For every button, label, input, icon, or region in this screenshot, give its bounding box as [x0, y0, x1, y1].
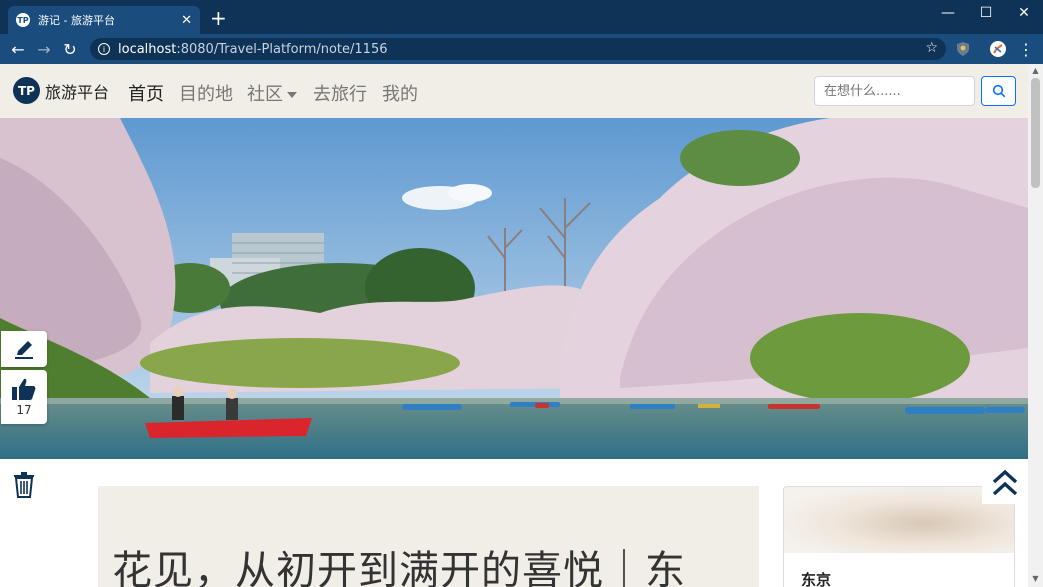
- nav-item-community-label: 社区: [247, 84, 283, 105]
- back-arrow-icon[interactable]: ←: [8, 39, 28, 59]
- maximize-window-icon[interactable]: ☐: [967, 0, 1005, 26]
- like-button[interactable]: 17: [1, 370, 47, 424]
- thumbs-up-icon: [12, 378, 36, 400]
- browser-tab[interactable]: TP 游记 - 旅游平台 ✕: [8, 6, 200, 34]
- destination-thumbnail: [784, 487, 1014, 553]
- dropdown-caret-icon: [287, 92, 297, 98]
- site-info-icon[interactable]: i: [98, 43, 110, 55]
- site-favicon-icon: TP: [16, 13, 30, 27]
- scroll-up-icon[interactable]: ▲: [1031, 66, 1040, 75]
- close-tab-icon[interactable]: ✕: [181, 13, 192, 28]
- close-window-icon[interactable]: ✕: [1005, 0, 1043, 26]
- pencil-icon: [15, 341, 33, 359]
- page-scrollbar[interactable]: ▲ ▼: [1028, 64, 1043, 587]
- forward-arrow-icon[interactable]: →: [34, 39, 54, 59]
- nav-item-destinations[interactable]: 目的地: [179, 80, 233, 106]
- double-chevron-up-icon: [992, 469, 1018, 496]
- back-to-top-button[interactable]: [982, 462, 1028, 504]
- profile-avatar-icon[interactable]: [990, 41, 1006, 57]
- site-brand[interactable]: TP 旅游平台: [13, 77, 109, 104]
- url-host: localhost: [118, 41, 177, 57]
- extension-shield-icon[interactable]: [955, 41, 971, 57]
- search-input[interactable]: [814, 76, 975, 106]
- delete-note-button[interactable]: [1, 468, 47, 502]
- site-logo-icon: TP: [13, 77, 40, 104]
- brand-name: 旅游平台: [45, 82, 110, 102]
- minimize-window-icon[interactable]: —: [929, 0, 967, 26]
- nav-item-mine[interactable]: 我的: [382, 80, 418, 106]
- tab-title: 游记 - 旅游平台: [38, 14, 115, 27]
- nav-item-home[interactable]: 首页: [128, 80, 164, 106]
- page-viewport: TP 旅游平台 首页 目的地 社区 去旅行 我的 在想什么...... 17 花…: [0, 64, 1028, 587]
- trash-icon: [14, 472, 34, 498]
- nav-item-travel[interactable]: 去旅行: [313, 80, 367, 106]
- note-content-card: 花见，从初开到满开的喜悦｜东: [98, 486, 759, 587]
- scroll-down-icon[interactable]: ▼: [1031, 574, 1040, 583]
- search-icon: [992, 84, 1005, 98]
- address-bar[interactable]: i localhost:8080/Travel-Platform/note/11…: [90, 38, 946, 60]
- bookmark-star-icon[interactable]: ☆: [925, 40, 938, 56]
- destination-card[interactable]: 东京: [783, 486, 1015, 587]
- nav-item-community[interactable]: 社区: [247, 80, 297, 106]
- like-count: 17: [16, 403, 32, 417]
- reload-icon[interactable]: ↻: [60, 39, 80, 59]
- note-title: 花见，从初开到满开的喜悦｜东: [112, 548, 686, 587]
- site-navbar: TP 旅游平台 首页 目的地 社区 去旅行 我的: [0, 64, 1028, 118]
- browser-tabbar: TP 游记 - 旅游平台 ✕ + — ☐ ✕: [0, 0, 1043, 34]
- destination-name: 东京: [801, 571, 832, 587]
- scrollbar-thumb[interactable]: [1031, 78, 1040, 188]
- browser-menu-icon[interactable]: ⋮: [1016, 39, 1036, 59]
- new-tab-icon[interactable]: +: [210, 8, 227, 28]
- browser-toolbar: ← → ↻ i localhost:8080/Travel-Platform/n…: [0, 34, 1043, 64]
- search-button[interactable]: [981, 76, 1016, 106]
- url-path: :8080/Travel-Platform/note/1156: [176, 41, 388, 57]
- hero-cover-image: [0, 118, 1028, 459]
- edit-note-button[interactable]: [1, 331, 47, 367]
